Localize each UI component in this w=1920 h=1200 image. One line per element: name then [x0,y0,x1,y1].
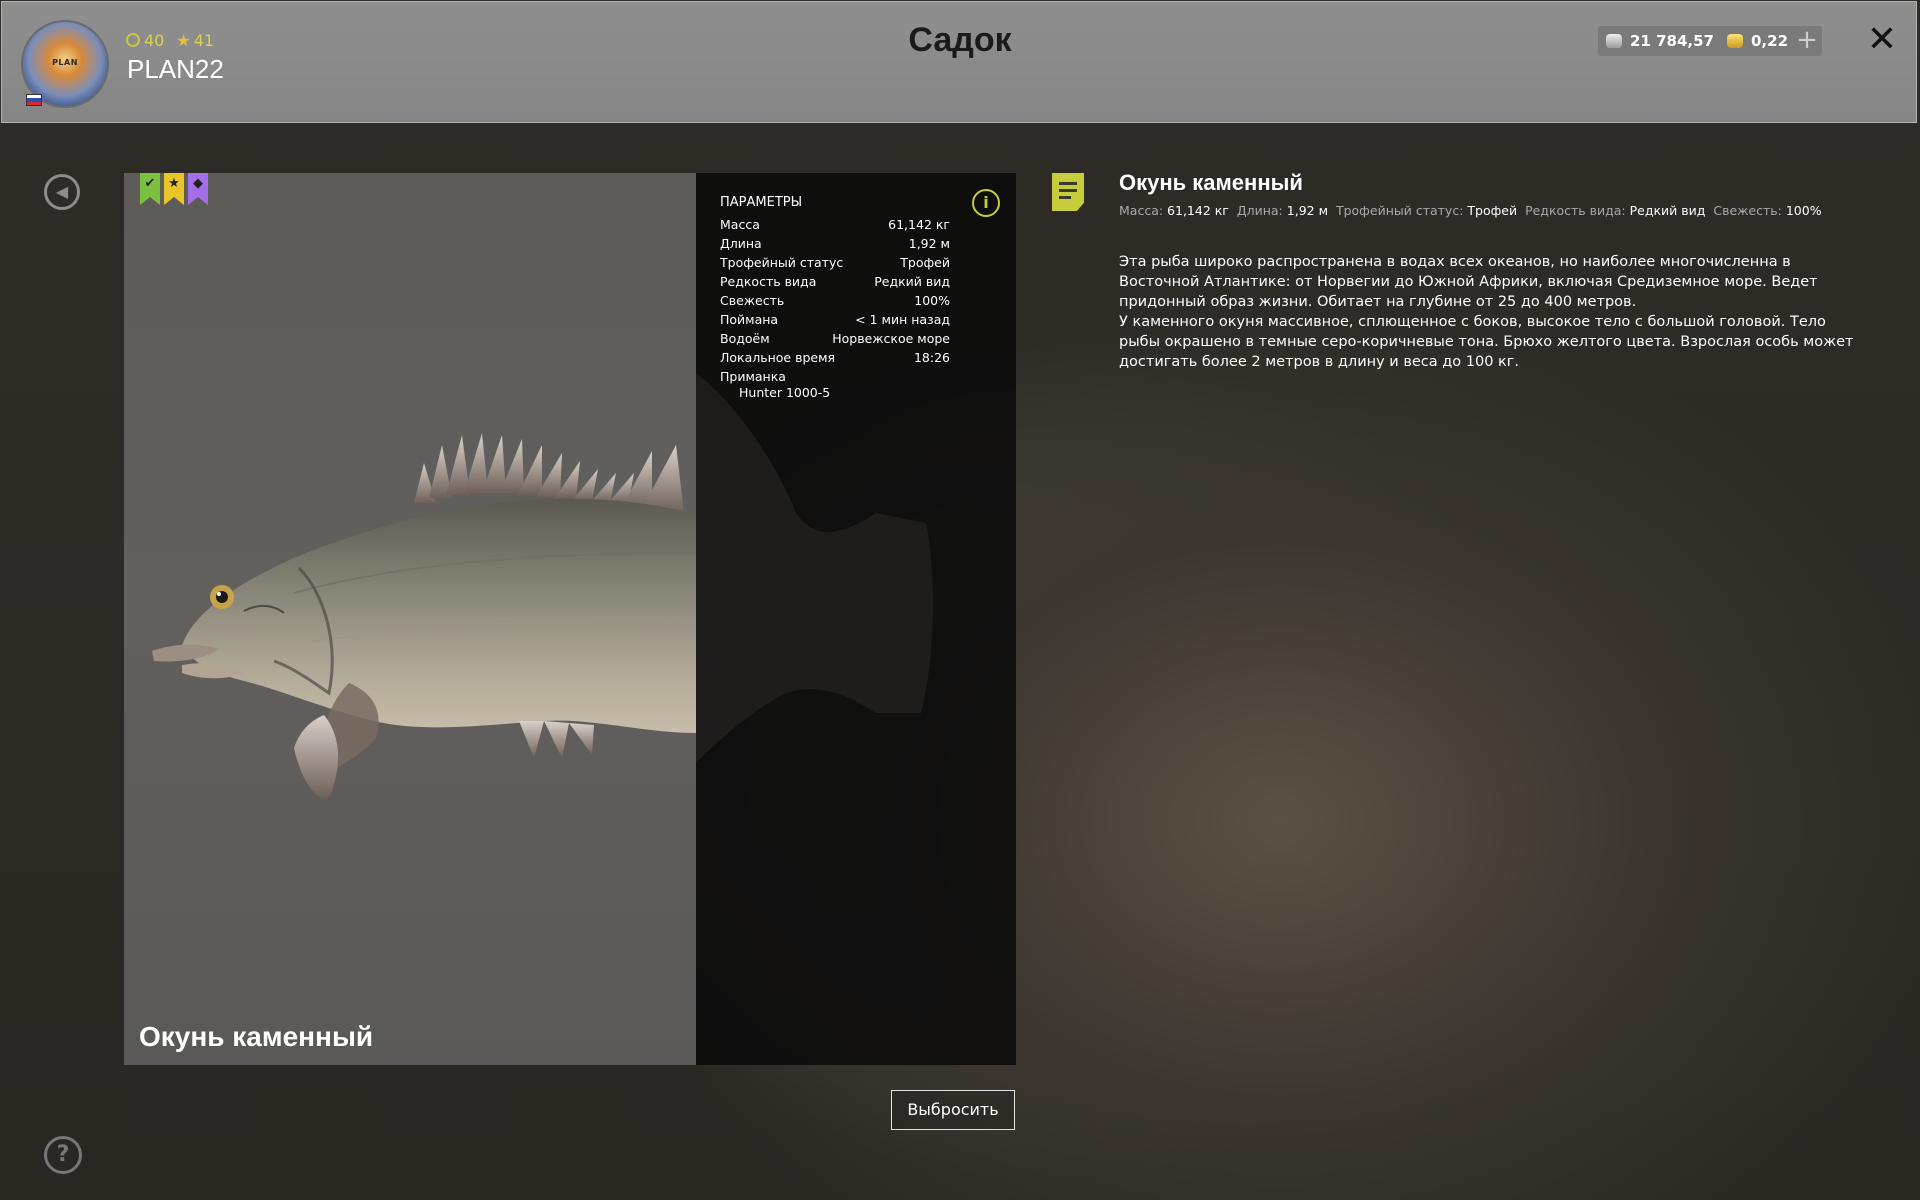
star-icon: ★ [176,31,191,50]
plus-icon: + [1796,25,1818,55]
param-label: Масса [720,217,760,232]
parameters-panel: ПАРАМЕТРЫ i Масса 61,142 кг Длина 1,92 м… [696,173,1016,1065]
param-row-water: Водоём Норвежское море [720,331,950,346]
help-icon: ? [56,1142,70,1167]
meta-label: Масса: [1119,203,1164,218]
top-bar: PLAN 40 ★ 41 PLAN22 21 784,57 0,22 + ✕ [1,1,1917,123]
stars-stat: ★ 41 [176,31,214,50]
russia-flag-icon [26,94,42,106]
meta-label: Трофейный статус: [1335,203,1464,218]
fish-name: Окунь каменный [139,1021,374,1052]
param-value: < 1 мин назад [855,312,950,327]
param-value: Норвежское море [832,331,950,346]
param-value: 100% [914,293,950,308]
param-row-freshness: Свежесть 100% [720,293,950,308]
meta-value: Редкий вид [1629,203,1706,218]
param-label: Длина [720,236,762,251]
fish-illustration [152,433,696,799]
description-paragraph: Эта рыба широко распространена в водах в… [1119,254,1818,310]
param-row-length: Длина 1,92 м [720,236,950,251]
meta-value: 100% [1785,203,1822,218]
param-row-bait: Приманка [720,369,950,384]
description-body: Эта рыба широко распространена в водах в… [1119,252,1869,372]
param-label: Поймана [720,312,779,327]
close-icon: ✕ [1866,19,1898,60]
gold-balance: 0,22 [1719,26,1797,56]
param-label: Водоём [720,331,770,346]
param-value: Трофей [900,255,950,270]
param-label: Локальное время [720,350,836,365]
fish-badges: ✔ ★ ◆ [140,173,208,205]
param-label: Приманка [720,369,786,384]
bait-value: Hunter 1000-5 [739,385,831,400]
description-meta: Масса: 61,142 кг Длина: 1,92 м Трофейный… [1119,203,1822,218]
back-button[interactable]: ◀ [44,174,80,210]
meta-value: 61,142 кг [1167,203,1229,218]
add-currency-button[interactable]: + [1792,26,1822,56]
param-row-mass: Масса 61,142 кг [720,217,950,232]
param-row-trophy: Трофейный статус Трофей [720,255,950,270]
param-label: Свежесть [720,293,785,308]
username: PLAN22 [127,54,224,84]
meta-label: Длина: [1236,203,1283,218]
help-button[interactable]: ? [44,1136,82,1174]
level-ring-icon [126,33,140,47]
gold-value: 0,22 [1751,32,1789,50]
level-value: 40 [144,31,165,50]
info-icon[interactable]: i [972,189,1000,217]
param-label: Трофейный статус [720,255,844,270]
meta-label: Редкость вида: [1525,203,1626,218]
silver-balance: 21 784,57 [1598,26,1722,56]
fish-image-panel: ✔ ★ ◆ Окунь каменный [124,173,696,1065]
fish-body [182,498,696,733]
avatar-logo-text: PLAN [52,58,78,67]
description-title: Окунь каменный [1119,170,1303,195]
pelvic-fin [294,715,339,799]
meta-label: Свежесть: [1713,203,1782,218]
discard-button[interactable]: Выбросить [891,1090,1015,1130]
level-stat: 40 [126,31,164,50]
rare-badge: ◆ [188,173,208,205]
silver-value: 21 784,57 [1630,32,1714,50]
param-value: 18:26 [913,350,950,365]
caught-badge: ✔ [140,173,160,205]
gold-coin-icon [1727,34,1743,48]
trophy-badge: ★ [164,173,184,205]
silver-coin-icon [1606,34,1622,48]
stars-value: 41 [193,31,215,50]
parameters-title: ПАРАМЕТРЫ [720,195,803,210]
meta-value: 1,92 м [1286,203,1329,218]
param-value: 1,92 м [908,236,950,251]
param-row-rarity: Редкость вида Редкий вид [720,274,950,289]
player-stats: 40 ★ 41 [126,31,214,50]
description-paragraph: У каменного окуня массивное, сплющенное … [1119,314,1854,370]
param-value: Редкий вид [874,274,950,289]
back-arrow-icon: ◀ [55,182,69,201]
param-row-caught: Поймана < 1 мин назад [720,312,950,327]
meta-value: Трофей [1467,203,1518,218]
param-row-local-time: Локальное время 18:26 [720,350,950,365]
param-value: 61,142 кг [888,217,950,232]
note-icon [1052,173,1084,211]
close-button[interactable]: ✕ [1864,22,1900,58]
param-label: Редкость вида [720,274,817,289]
